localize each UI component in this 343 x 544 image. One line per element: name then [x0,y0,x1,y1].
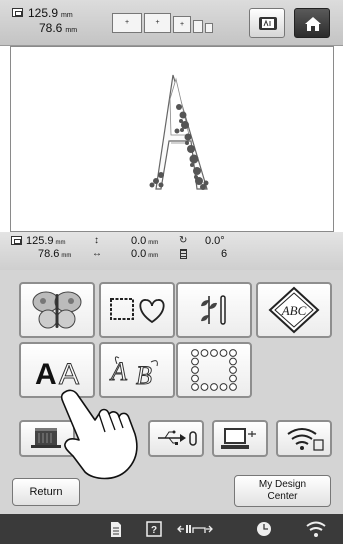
bead-dot [210,383,218,391]
bead-dot [191,374,199,383]
usb-button[interactable] [148,420,204,457]
decorative-alphabet-button[interactable]: A B [99,342,175,398]
butterfly-icon [32,291,82,329]
my-design-center-label-line1: My Design [258,479,307,490]
plant-bar-icon [201,295,226,325]
wifi-status-icon[interactable] [306,521,326,538]
clock-icon[interactable] [257,522,271,536]
size-icon [12,8,23,17]
svg-text:?: ? [151,525,157,536]
bead-dot [219,383,228,391]
bead-dot [210,349,218,357]
bead-dot [191,357,199,366]
frame-box-tiny [193,20,203,33]
border-patterns-button[interactable] [176,342,252,398]
status-bar: ? [0,514,343,544]
frame-size-indicator: + + + [112,13,217,33]
machine-icon [31,428,61,448]
bead-dot [200,349,209,357]
computer-icon [221,428,256,449]
embroidery-preview-area[interactable] [10,46,334,232]
size-height: 78.6 mm [39,22,77,37]
help-icon[interactable]: ? [146,521,162,537]
size-width-unit: mm [61,12,73,19]
frame-label-1: + [124,19,130,26]
frame-box-small: + [173,16,191,33]
info-size-width-value: 125.9 [26,235,54,247]
bead-dot [191,366,199,374]
size-width-value: 125.9 [28,6,59,20]
horizontal-offset-unit: mm [148,253,159,259]
frame-box-medium: + [144,13,171,33]
info-size-height-unit: mm [61,253,72,259]
bead-frame-icon [191,349,237,391]
my-design-center-button[interactable]: My Design Center [234,475,331,507]
frame-label-3: + [179,21,185,28]
pattern-category-panel: ABC A A A B [0,270,343,478]
my-design-center-label-line2: Center [267,491,298,502]
size-icon-small [11,236,22,245]
vertical-offset-icon: ↕ [94,235,99,246]
character-patterns-button[interactable]: A A [19,342,95,398]
bead-dot [219,349,228,357]
frame-label-2: + [155,19,160,26]
home-icon [305,17,321,31]
frame-box-mini [205,23,213,33]
usb-icon [158,430,197,446]
decorative-alphabet-icon: A B [109,356,158,391]
bead-dot [229,374,237,383]
bead-dot [191,349,199,357]
vertical-offset-value: 0.0 [131,235,147,247]
home-button[interactable] [294,8,330,38]
document-icon[interactable] [111,522,121,537]
bead-dot [191,383,199,391]
svg-text:A: A [59,358,79,391]
rotation-icon: ↻ [179,235,188,246]
utility-patterns-button[interactable] [176,282,252,338]
design-info-bar: 125.9 mm 78.6 mm ↕ ↔ 0.0 mm 0.0 mm ↻ 0.0° 6 [0,232,343,270]
size-width: 125.9 mm [28,7,73,22]
bead-dot [229,366,237,374]
svg-text:B: B [136,361,152,390]
wireless-button[interactable] [276,420,332,457]
letters-icon: A A [35,358,80,392]
horizontal-offset-icon: ↔ [92,248,102,259]
vertical-offset-unit: mm [148,240,159,246]
horizontal-offset-value: 0.0 [131,248,147,260]
info-size-width-unit: mm [55,240,66,246]
frame-heart-icon [110,298,165,324]
bead-dot [200,383,209,391]
frame-box-large: + [112,13,142,33]
footer-button-area: Return My Design Center [0,470,343,514]
letter-a-design [149,74,209,190]
machine-memory-button[interactable] [19,420,75,457]
bead-dot [229,357,237,366]
horizontal-offset: 0.0 mm [131,249,158,262]
monogram-patterns-button[interactable]: ABC [256,282,332,338]
frame-patterns-button[interactable] [99,282,175,338]
size-height-unit: mm [65,27,78,34]
svg-text:A: A [35,358,57,391]
info-size-height: 78.6 mm [38,249,71,262]
top-bar: 125.9 mm 78.6 mm + + + [0,0,343,46]
computer-button[interactable] [212,420,268,457]
return-button[interactable]: Return [12,478,80,506]
camera-icon [259,17,277,30]
thread-color-icon [180,249,187,259]
embroidery-size-display: 125.9 mm 78.6 mm [12,6,107,40]
embroidery-patterns-button[interactable] [19,282,95,338]
color-count: 6 [221,248,228,260]
bead-dot [229,383,237,391]
monogram-icon: ABC [268,286,320,334]
svg-text:A: A [109,357,127,386]
info-size-height-value: 78.6 [38,248,60,260]
monogram-text: ABC [281,303,307,318]
size-height-value: 78.6 [39,21,63,35]
rotation-angle: 0.0° [205,235,225,247]
presser-foot-icon[interactable] [177,525,213,533]
camera-button[interactable] [249,8,285,38]
wireless-icon [287,428,324,451]
bead-dot [229,349,237,357]
